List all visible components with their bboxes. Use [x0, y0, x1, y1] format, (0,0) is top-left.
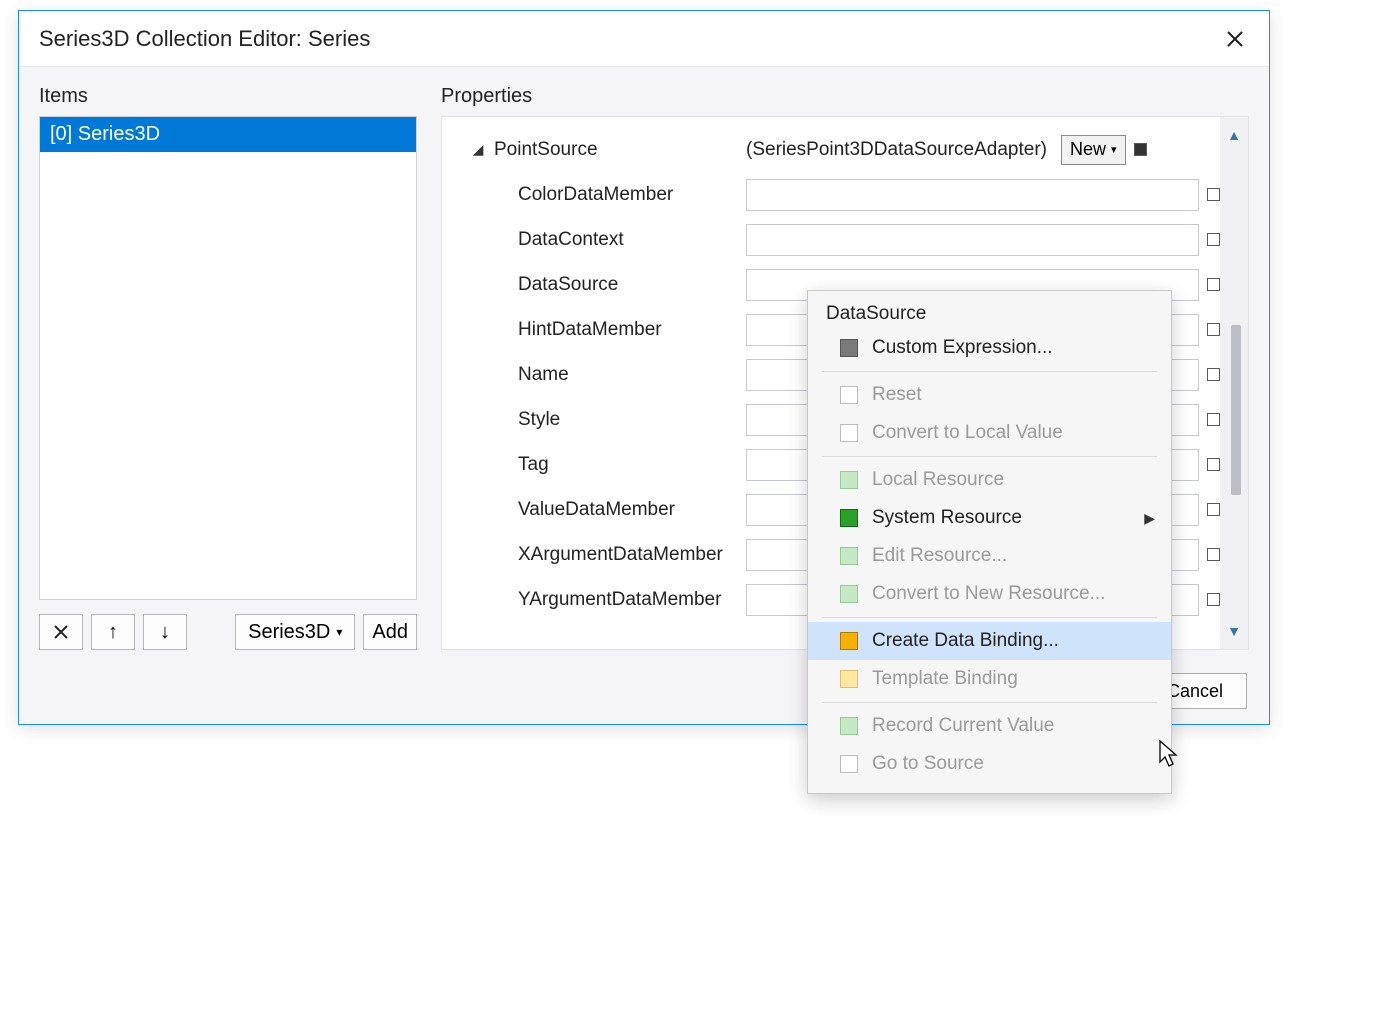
menu-label: Reset — [872, 384, 922, 406]
menu-label: Edit Resource... — [872, 545, 1007, 567]
menu-convert-local: Convert to Local Value — [808, 414, 1171, 452]
separator — [822, 617, 1157, 618]
binding-marker-icon[interactable] — [1207, 368, 1220, 381]
binding-marker-icon[interactable] — [1134, 143, 1147, 156]
context-menu-title: DataSource — [808, 297, 1171, 329]
binding-marker-icon[interactable] — [1207, 548, 1220, 561]
prop-label-valuedatamember: ValueDataMember — [494, 499, 746, 521]
menu-system-resource[interactable]: System Resource ▶ — [808, 499, 1171, 537]
items-pane: Items [0] Series3D ↑ ↓ Series3D ▾ — [39, 85, 417, 650]
chevron-down-icon: ▾ — [336, 625, 342, 639]
binding-marker-icon[interactable] — [1207, 593, 1220, 606]
prop-label-style: Style — [494, 409, 746, 431]
menu-label: Convert to Local Value — [872, 422, 1063, 444]
property-row: ColorDataMember — [470, 172, 1220, 217]
properties-label: Properties — [441, 85, 1249, 108]
menu-label: Convert to New Resource... — [872, 583, 1105, 605]
menu-label: Custom Expression... — [872, 337, 1053, 359]
chevron-down-icon: ▾ — [1111, 143, 1117, 156]
type-combo-label: Series3D — [248, 621, 330, 644]
scroll-down-icon[interactable]: ▼ — [1227, 623, 1241, 639]
list-item[interactable]: [0] Series3D — [40, 117, 416, 152]
square-icon — [840, 632, 858, 650]
prop-label-hintdatamember: HintDataMember — [494, 319, 746, 341]
close-button[interactable] — [1219, 23, 1251, 55]
menu-go-to-source: Go to Source — [808, 745, 1171, 783]
prop-input-datacontext[interactable] — [746, 224, 1199, 256]
menu-edit-resource: Edit Resource... — [808, 537, 1171, 575]
menu-label: Create Data Binding... — [872, 630, 1059, 652]
binding-marker-icon[interactable] — [1207, 503, 1220, 516]
square-icon — [840, 386, 858, 404]
separator — [822, 371, 1157, 372]
square-icon — [840, 585, 858, 603]
menu-local-resource: Local Resource — [808, 461, 1171, 499]
add-label: Add — [372, 621, 408, 644]
square-icon — [840, 509, 858, 527]
square-icon — [840, 670, 858, 688]
property-row: DataContext — [470, 217, 1220, 262]
scroll-up-icon[interactable]: ▲ — [1227, 127, 1241, 143]
prop-label-colordatamember: ColorDataMember — [494, 184, 746, 206]
square-icon — [840, 547, 858, 565]
prop-label-datacontext: DataContext — [494, 229, 746, 251]
separator — [822, 456, 1157, 457]
chevron-right-icon: ▶ — [1144, 510, 1155, 527]
move-up-button[interactable]: ↑ — [91, 614, 135, 650]
arrow-up-icon: ↑ — [108, 621, 118, 644]
menu-label: System Resource — [872, 507, 1022, 529]
binding-marker-icon[interactable] — [1207, 278, 1220, 291]
move-down-button[interactable]: ↓ — [143, 614, 187, 650]
scroll-thumb[interactable] — [1231, 325, 1241, 495]
binding-marker-icon[interactable] — [1207, 188, 1220, 201]
menu-label: Local Resource — [872, 469, 1004, 491]
arrow-down-icon: ↓ — [160, 621, 170, 644]
close-icon — [1226, 30, 1244, 48]
items-label: Items — [39, 85, 417, 108]
menu-create-data-binding[interactable]: Create Data Binding... — [808, 622, 1171, 660]
menu-label: Template Binding — [872, 668, 1018, 690]
prop-label-xarg: XArgumentDataMember — [494, 544, 746, 566]
menu-custom-expression[interactable]: Custom Expression... — [808, 329, 1171, 367]
prop-value-pointsource: (SeriesPoint3DDataSourceAdapter) — [746, 139, 1047, 161]
add-button[interactable]: Add — [363, 614, 417, 650]
property-row: ◢ PointSource (SeriesPoint3DDataSourceAd… — [470, 127, 1220, 172]
square-icon — [840, 717, 858, 735]
new-button[interactable]: New ▾ — [1061, 135, 1126, 165]
prop-label-name: Name — [494, 364, 746, 386]
menu-label: Record Current Value — [872, 715, 1054, 737]
menu-reset: Reset — [808, 376, 1171, 414]
menu-label: Go to Source — [872, 753, 984, 775]
titlebar: Series3D Collection Editor: Series — [19, 11, 1269, 67]
menu-record-current-value: Record Current Value — [808, 707, 1171, 745]
square-icon — [840, 471, 858, 489]
remove-button[interactable] — [39, 614, 83, 650]
separator — [822, 702, 1157, 703]
new-button-label: New — [1070, 139, 1106, 160]
prop-input-colordatamember[interactable] — [746, 179, 1199, 211]
dialog-title: Series3D Collection Editor: Series — [39, 26, 370, 52]
binding-marker-icon[interactable] — [1207, 413, 1220, 426]
cursor-icon — [1158, 740, 1180, 768]
prop-label-pointsource: PointSource — [494, 139, 746, 161]
square-icon — [840, 755, 858, 773]
items-list[interactable]: [0] Series3D — [39, 116, 417, 600]
square-icon — [840, 339, 858, 357]
prop-label-tag: Tag — [494, 454, 746, 476]
items-toolbar: ↑ ↓ Series3D ▾ Add — [39, 614, 417, 650]
prop-label-datasource: DataSource — [494, 274, 746, 296]
remove-icon — [53, 624, 69, 640]
binding-marker-icon[interactable] — [1207, 458, 1220, 471]
prop-label-yarg: YArgumentDataMember — [494, 589, 746, 611]
menu-convert-new-resource: Convert to New Resource... — [808, 575, 1171, 613]
type-combo[interactable]: Series3D ▾ — [235, 614, 355, 650]
binding-marker-icon[interactable] — [1207, 323, 1220, 336]
datasource-context-menu: DataSource Custom Expression... Reset Co… — [807, 290, 1172, 794]
binding-marker-icon[interactable] — [1207, 233, 1220, 246]
expand-toggle-icon[interactable]: ◢ — [470, 141, 486, 158]
square-icon — [840, 424, 858, 442]
menu-template-binding: Template Binding — [808, 660, 1171, 698]
